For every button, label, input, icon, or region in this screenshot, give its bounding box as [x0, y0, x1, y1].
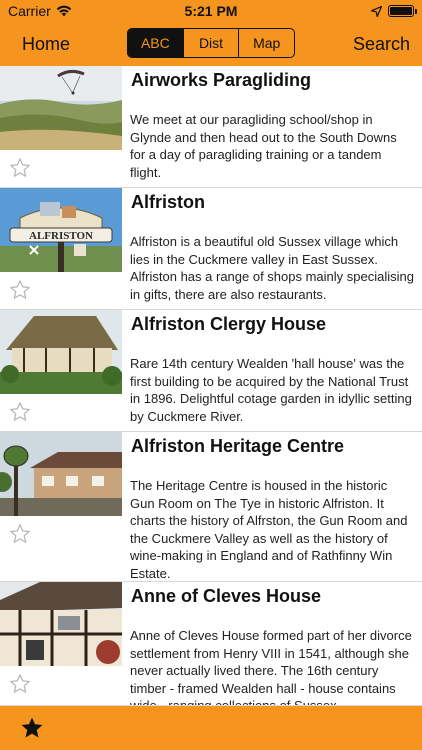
favorite-star-icon[interactable] [9, 401, 31, 423]
location-arrow-icon [371, 5, 382, 17]
item-title: Anne of Cleves House [131, 586, 322, 606]
search-button[interactable]: Search [353, 34, 410, 55]
status-right [371, 5, 417, 17]
list-item[interactable]: Alfriston Clergy House Rare 14th century… [0, 310, 422, 432]
star-filled-icon[interactable] [20, 716, 44, 740]
item-title: Airworks Paragliding [131, 70, 312, 90]
item-description: Rare 14th century Wealden 'hall house' w… [130, 356, 412, 424]
segment-map[interactable]: Map [238, 29, 294, 57]
item-title: Alfriston [131, 192, 205, 212]
sign-text: ALFRISTON [29, 230, 93, 242]
favorite-star-icon[interactable] [9, 523, 31, 545]
list-item[interactable]: ALFRISTON Alfriston Alfriston is a beaut… [0, 188, 422, 310]
wifi-icon [56, 5, 71, 17]
bottom-toolbar [0, 706, 422, 750]
list-item[interactable]: Airworks Paragliding We meet at our para… [0, 66, 422, 188]
list-item[interactable]: Anne of Cleves House Anne of Cleves Hous… [0, 582, 422, 706]
list-item[interactable]: Alfriston Heritage Centre The Heritage C… [0, 432, 422, 582]
home-button[interactable]: Home [22, 34, 70, 55]
item-thumbnail-heritage-centre [0, 432, 122, 516]
item-thumbnail-paragliding [0, 66, 122, 150]
item-description: Anne of Cleves House formed part of her … [130, 628, 412, 706]
segment-abc[interactable]: ABC [128, 29, 183, 57]
sort-segmented-control: ABC Dist Map [127, 28, 295, 58]
item-thumbnail-anne-of-cleves [0, 582, 122, 666]
navigation-bar: Home ABC Dist Map Search [0, 22, 422, 66]
favorite-star-icon[interactable] [9, 673, 31, 695]
segment-dist[interactable]: Dist [182, 29, 239, 57]
item-description: We meet at our paragliding school/shop i… [130, 112, 397, 180]
carrier-label: Carrier [8, 3, 51, 19]
battery-icon [388, 5, 417, 17]
favorite-star-icon[interactable] [9, 279, 31, 301]
item-title: Alfriston Heritage Centre [131, 436, 345, 456]
item-description: Alfriston is a beautiful old Sussex vill… [130, 234, 414, 302]
attractions-list[interactable]: Airworks Paragliding We meet at our para… [0, 66, 422, 706]
item-description: The Heritage Centre is housed in the his… [130, 478, 408, 581]
item-thumbnail-clergy-house [0, 310, 122, 394]
status-bar: Carrier 5:21 PM [0, 0, 422, 22]
status-left: Carrier [8, 3, 72, 19]
item-thumbnail-alfriston-sign: ALFRISTON [0, 188, 122, 272]
item-title: Alfriston Clergy House [131, 314, 327, 334]
favorite-star-icon[interactable] [9, 157, 31, 179]
